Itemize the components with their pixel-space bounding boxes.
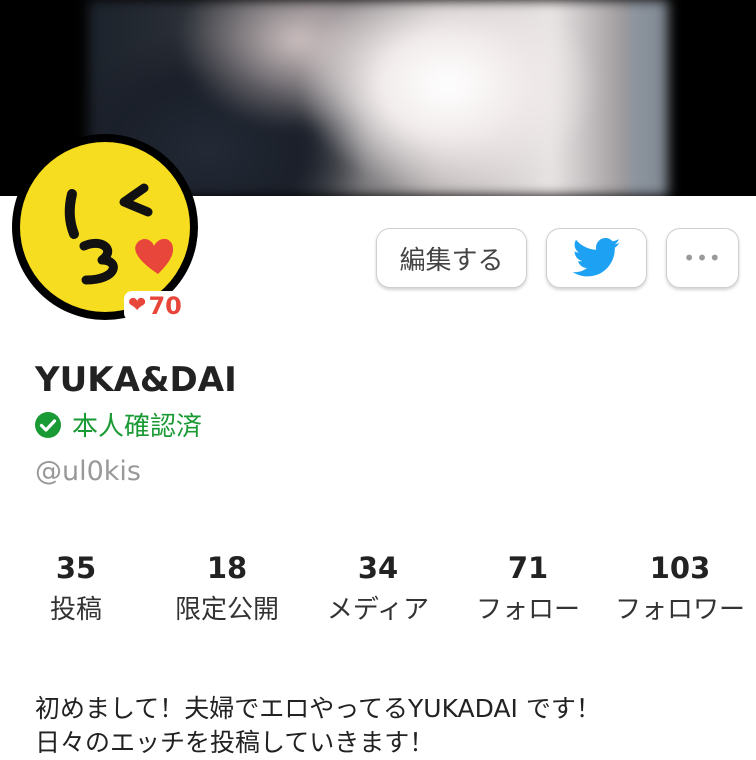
twitter-icon — [572, 238, 620, 277]
edit-profile-button[interactable]: 編集する — [376, 228, 527, 288]
stat-following[interactable]: 71 フォロー — [448, 548, 608, 632]
profile-handle: @ul0kis — [35, 456, 141, 487]
stat-value: 71 — [507, 551, 549, 585]
likes-badge: ❤ 70 — [124, 291, 188, 321]
stat-limited[interactable]: 18 限定公開 — [147, 548, 307, 632]
likes-count: 70 — [148, 292, 182, 320]
stat-label: 投稿 — [49, 595, 102, 625]
profile-bio: 初めまして！夫婦でエロやってるYUKADAI です！ 日々のエッチを投稿していき… — [35, 692, 735, 760]
heart-icon: ❤ — [128, 293, 147, 318]
stat-label: フォロー — [475, 595, 580, 625]
stat-value: 103 — [649, 551, 711, 585]
stat-label: フォロワー — [614, 595, 745, 625]
stat-label: メディア — [326, 595, 430, 625]
verified-status: 本人確認済 — [34, 406, 202, 443]
stat-followers[interactable]: 103 フォロワー — [600, 548, 756, 632]
check-circle-icon — [35, 411, 61, 438]
profile-stats: 35 投稿 18 限定公開 34 メディア 71 フォロー 103 フォロワー — [0, 548, 756, 638]
kissing-face-icon — [20, 142, 190, 312]
bio-line: 初めまして！夫婦でエロやってるYUKADAI です！ — [35, 694, 601, 723]
verified-label: 本人確認済 — [72, 412, 203, 442]
stat-value: 18 — [206, 551, 248, 585]
stat-posts[interactable]: 35 投稿 — [0, 548, 156, 632]
more-options-button[interactable]: ••• — [666, 228, 739, 288]
stat-value: 35 — [55, 551, 97, 585]
bio-line: 日々のエッチを投稿していきます！ — [35, 728, 435, 757]
stat-media[interactable]: 34 メディア — [298, 548, 458, 632]
twitter-share-button[interactable] — [546, 228, 647, 288]
stat-label: 限定公開 — [174, 595, 279, 625]
profile-name: YUKA&DAI — [35, 360, 237, 400]
stat-value: 34 — [357, 551, 399, 585]
